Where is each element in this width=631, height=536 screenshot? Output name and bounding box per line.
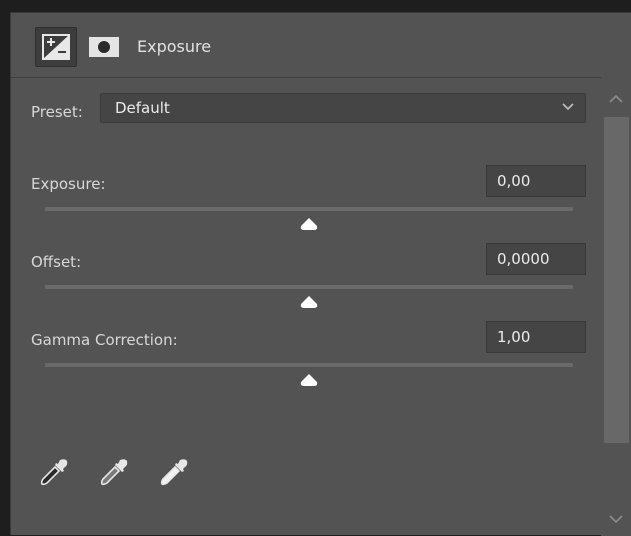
black-point-eyedropper-icon[interactable]: [39, 457, 69, 487]
properties-panel: Exposure Preset: Default Exposure: 0,00 …: [10, 12, 631, 536]
adjustment-content: Preset: Default Exposure: 0,00 Offset: 0…: [11, 79, 601, 536]
preset-dropdown[interactable]: Default: [100, 93, 586, 123]
exposure-icon: [42, 34, 70, 60]
scroll-down-icon[interactable]: [607, 513, 625, 525]
scroll-up-icon[interactable]: [607, 93, 625, 105]
gamma-correction-slider-thumb[interactable]: [299, 373, 319, 387]
exposure-label: Exposure:: [31, 175, 106, 193]
chevron-down-icon: [562, 103, 574, 111]
panel-scrollbar[interactable]: [601, 77, 631, 536]
layer-mask-icon[interactable]: [89, 37, 119, 57]
exposure-value-field[interactable]: 0,00: [486, 165, 586, 197]
offset-value-field[interactable]: 0,0000: [486, 243, 586, 275]
gamma-correction-label: Gamma Correction:: [31, 331, 178, 349]
exposure-slider-thumb[interactable]: [299, 217, 319, 231]
gamma-correction-value-field[interactable]: 1,00: [486, 321, 586, 353]
offset-label: Offset:: [31, 253, 82, 271]
panel-header: Exposure: [11, 13, 631, 78]
scrollbar-thumb[interactable]: [604, 117, 629, 443]
offset-slider-track[interactable]: [45, 285, 573, 289]
preset-value: Default: [115, 99, 170, 117]
panel-title: Exposure: [137, 37, 212, 56]
gamma-correction-slider-track[interactable]: [45, 363, 573, 367]
gray-point-eyedropper-icon[interactable]: [99, 457, 129, 487]
exposure-adjustment-tab[interactable]: [35, 27, 77, 67]
white-point-eyedropper-icon[interactable]: [159, 457, 189, 487]
preset-label: Preset:: [31, 103, 83, 121]
offset-slider-thumb[interactable]: [299, 295, 319, 309]
exposure-slider-track[interactable]: [45, 207, 573, 211]
